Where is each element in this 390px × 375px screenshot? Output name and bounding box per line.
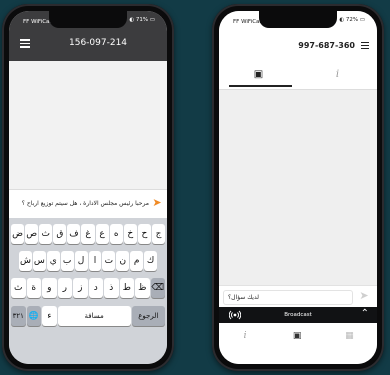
key[interactable]: ر [57, 278, 72, 298]
broadcast-bar[interactable]: Broadcast ⌃ [219, 307, 377, 323]
key[interactable]: م [130, 251, 144, 271]
punctuation-key[interactable]: ء [42, 306, 57, 326]
chevron-up-icon[interactable]: ⌃ [361, 308, 369, 319]
message-compose: لديك سؤال؟ ➤ [219, 285, 377, 307]
arabic-keyboard: ض ص ث ق ف غ ع ه خ ح ج ش س ي ب ل ا ت ن م … [9, 218, 167, 364]
phone-right: FF WiFiCall ᯤ 12:31 ⚡ ◐ 72% ▭ 997-687-36… [212, 4, 384, 371]
broadcast-label: Broadcast [284, 312, 312, 318]
info-icon: i [335, 69, 340, 80]
hamburger-menu-icon[interactable] [20, 39, 30, 48]
key[interactable]: ص [25, 224, 39, 244]
keyboard-row-1: ض ص ث ق ف غ ع ه خ ح ج [11, 224, 166, 244]
send-arrow-icon[interactable]: ➤ [357, 289, 371, 303]
tab-info[interactable]: i [298, 61, 377, 89]
chat-bubble-icon: ▣ [253, 69, 264, 80]
hamburger-menu-icon[interactable] [361, 42, 369, 50]
return-key[interactable]: الرجوع [131, 306, 165, 326]
message-input[interactable]: لديك سؤال؟ [223, 290, 353, 305]
notch [259, 11, 337, 28]
battery-indicator: ⚡ ◐ 72% ▭ [333, 17, 365, 23]
key[interactable]: ن [116, 251, 130, 271]
page-title: 156-097-214 [69, 38, 128, 48]
key[interactable]: ة [26, 278, 41, 298]
screen-icon[interactable]: ▦ [323, 331, 375, 341]
key[interactable]: ف [67, 224, 81, 244]
message-input[interactable]: مرحبا رئيس مجلس الادارة ، هل سيتم توزيع … [13, 196, 149, 211]
bottom-tab-bar: i ▣ ▦ [219, 323, 377, 364]
key[interactable]: د [88, 278, 103, 298]
key[interactable]: ث [11, 278, 26, 298]
chat-screen-left: FF WiFiCall ᯤ 12:32 ⚡ ◐ 71% ▭ 156-097-21… [9, 11, 167, 364]
contact-number: 997-687-360 [298, 41, 355, 50]
key[interactable]: ش [19, 251, 32, 271]
key[interactable]: غ [81, 224, 95, 244]
message-compose: مرحبا رئيس مجلس الادارة ، هل سيتم توزيع … [9, 189, 167, 218]
key[interactable]: ا [88, 251, 102, 271]
notch [49, 11, 127, 28]
chat-area [9, 61, 167, 190]
space-key[interactable]: مسافة [57, 306, 131, 326]
key[interactable]: س [32, 251, 46, 271]
key[interactable]: ك [144, 251, 158, 271]
battery-indicator: ⚡ ◐ 71% ▭ [123, 17, 155, 23]
tab-bar: ▣ i [219, 61, 377, 90]
chat-area [219, 90, 377, 286]
keyboard-row-2: ش س ي ب ل ا ت ن م ك [19, 251, 158, 271]
key[interactable]: خ [123, 224, 137, 244]
key[interactable]: ذ [104, 278, 119, 298]
key[interactable]: ظ [135, 278, 150, 298]
phone-left: FF WiFiCall ᯤ 12:32 ⚡ ◐ 71% ▭ 156-097-21… [2, 4, 174, 371]
key[interactable]: ج [151, 224, 166, 244]
key[interactable]: و [42, 278, 57, 298]
chat-bubble-icon[interactable]: ▣ [271, 331, 323, 341]
key[interactable]: ط [119, 278, 134, 298]
key[interactable]: ق [53, 224, 67, 244]
key[interactable]: ز [73, 278, 88, 298]
key[interactable]: ل [74, 251, 88, 271]
key[interactable]: ح [137, 224, 151, 244]
key[interactable]: ع [95, 224, 109, 244]
key[interactable]: ب [60, 251, 74, 271]
key[interactable]: ث [39, 224, 53, 244]
key[interactable]: ي [46, 251, 60, 271]
key[interactable]: ض [11, 224, 25, 244]
key[interactable]: ه [109, 224, 123, 244]
send-arrow-icon[interactable]: ➤ [151, 196, 163, 210]
numbers-key[interactable]: ٣٢١ [11, 306, 26, 326]
backspace-icon[interactable]: ⌫ [150, 278, 165, 298]
keyboard-row-4: ٣٢١ 🌐 ء مسافة الرجوع [11, 306, 165, 326]
key[interactable]: ت [102, 251, 116, 271]
active-tab-indicator [229, 85, 292, 87]
chat-screen-right: FF WiFiCall ᯤ 12:31 ⚡ ◐ 72% ▭ 997-687-36… [219, 11, 377, 364]
info-icon[interactable]: i [219, 331, 271, 341]
tab-chat[interactable]: ▣ [219, 61, 298, 89]
keyboard-row-3: ث ة و ر ز د ذ ط ظ ⌫ [11, 278, 165, 298]
globe-icon[interactable]: 🌐 [26, 306, 42, 326]
